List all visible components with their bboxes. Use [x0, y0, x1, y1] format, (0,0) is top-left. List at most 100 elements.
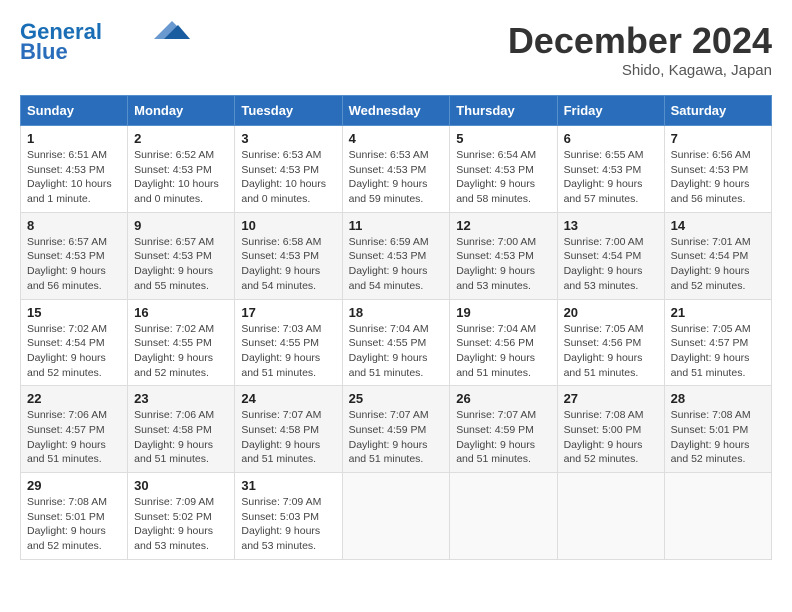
- cell-info: Sunrise: 6:57 AMSunset: 4:53 PMDaylight:…: [134, 236, 214, 292]
- day-number: 8: [27, 218, 121, 233]
- calendar-cell: 26 Sunrise: 7:07 AMSunset: 4:59 PMDaylig…: [450, 386, 557, 473]
- day-number: 21: [671, 305, 765, 320]
- day-number: 14: [671, 218, 765, 233]
- calendar-cell: 18 Sunrise: 7:04 AMSunset: 4:55 PMDaylig…: [342, 299, 450, 386]
- calendar-cell: 7 Sunrise: 6:56 AMSunset: 4:53 PMDayligh…: [664, 126, 771, 213]
- day-number: 17: [241, 305, 335, 320]
- month-title: December 2024: [508, 20, 772, 62]
- cell-info: Sunrise: 6:58 AMSunset: 4:53 PMDaylight:…: [241, 236, 321, 292]
- cell-info: Sunrise: 6:51 AMSunset: 4:53 PMDaylight:…: [27, 149, 112, 205]
- day-number: 28: [671, 391, 765, 406]
- day-number: 30: [134, 478, 228, 493]
- calendar-cell: 31 Sunrise: 7:09 AMSunset: 5:03 PMDaylig…: [235, 473, 342, 560]
- day-number: 19: [456, 305, 550, 320]
- cell-info: Sunrise: 7:03 AMSunset: 4:55 PMDaylight:…: [241, 323, 321, 379]
- day-number: 16: [134, 305, 228, 320]
- calendar-week-4: 22 Sunrise: 7:06 AMSunset: 4:57 PMDaylig…: [21, 386, 772, 473]
- cell-info: Sunrise: 7:09 AMSunset: 5:03 PMDaylight:…: [241, 496, 321, 552]
- calendar-cell: 27 Sunrise: 7:08 AMSunset: 5:00 PMDaylig…: [557, 386, 664, 473]
- day-number: 29: [27, 478, 121, 493]
- calendar-week-1: 1 Sunrise: 6:51 AMSunset: 4:53 PMDayligh…: [21, 126, 772, 213]
- day-number: 10: [241, 218, 335, 233]
- page-header: General Blue December 2024 Shido, Kagawa…: [20, 20, 772, 79]
- cell-info: Sunrise: 7:00 AMSunset: 4:54 PMDaylight:…: [564, 236, 644, 292]
- calendar-cell: 23 Sunrise: 7:06 AMSunset: 4:58 PMDaylig…: [128, 386, 235, 473]
- cell-info: Sunrise: 6:54 AMSunset: 4:53 PMDaylight:…: [456, 149, 536, 205]
- calendar-week-3: 15 Sunrise: 7:02 AMSunset: 4:54 PMDaylig…: [21, 299, 772, 386]
- logo-blue-text: Blue: [20, 40, 68, 64]
- day-number: 6: [564, 131, 658, 146]
- calendar-cell: 30 Sunrise: 7:09 AMSunset: 5:02 PMDaylig…: [128, 473, 235, 560]
- weekday-header-wednesday: Wednesday: [342, 96, 450, 126]
- calendar-cell: [664, 473, 771, 560]
- cell-info: Sunrise: 7:05 AMSunset: 4:56 PMDaylight:…: [564, 323, 644, 379]
- day-number: 7: [671, 131, 765, 146]
- calendar-cell: 15 Sunrise: 7:02 AMSunset: 4:54 PMDaylig…: [21, 299, 128, 386]
- day-number: 27: [564, 391, 658, 406]
- day-number: 9: [134, 218, 228, 233]
- calendar-cell: [557, 473, 664, 560]
- calendar-week-2: 8 Sunrise: 6:57 AMSunset: 4:53 PMDayligh…: [21, 212, 772, 299]
- calendar-cell: 14 Sunrise: 7:01 AMSunset: 4:54 PMDaylig…: [664, 212, 771, 299]
- calendar-cell: 12 Sunrise: 7:00 AMSunset: 4:53 PMDaylig…: [450, 212, 557, 299]
- day-number: 3: [241, 131, 335, 146]
- day-number: 18: [349, 305, 444, 320]
- day-number: 26: [456, 391, 550, 406]
- cell-info: Sunrise: 6:56 AMSunset: 4:53 PMDaylight:…: [671, 149, 751, 205]
- calendar-cell: [342, 473, 450, 560]
- calendar-cell: 8 Sunrise: 6:57 AMSunset: 4:53 PMDayligh…: [21, 212, 128, 299]
- cell-info: Sunrise: 7:02 AMSunset: 4:54 PMDaylight:…: [27, 323, 107, 379]
- calendar-cell: 5 Sunrise: 6:54 AMSunset: 4:53 PMDayligh…: [450, 126, 557, 213]
- calendar-cell: 16 Sunrise: 7:02 AMSunset: 4:55 PMDaylig…: [128, 299, 235, 386]
- calendar-cell: 4 Sunrise: 6:53 AMSunset: 4:53 PMDayligh…: [342, 126, 450, 213]
- calendar-week-5: 29 Sunrise: 7:08 AMSunset: 5:01 PMDaylig…: [21, 473, 772, 560]
- weekday-header-monday: Monday: [128, 96, 235, 126]
- calendar-cell: 1 Sunrise: 6:51 AMSunset: 4:53 PMDayligh…: [21, 126, 128, 213]
- cell-info: Sunrise: 6:53 AMSunset: 4:53 PMDaylight:…: [241, 149, 326, 205]
- cell-info: Sunrise: 7:01 AMSunset: 4:54 PMDaylight:…: [671, 236, 751, 292]
- weekday-header-saturday: Saturday: [664, 96, 771, 126]
- day-number: 4: [349, 131, 444, 146]
- calendar-cell: 22 Sunrise: 7:06 AMSunset: 4:57 PMDaylig…: [21, 386, 128, 473]
- weekday-header-thursday: Thursday: [450, 96, 557, 126]
- cell-info: Sunrise: 7:07 AMSunset: 4:59 PMDaylight:…: [349, 409, 429, 465]
- day-number: 2: [134, 131, 228, 146]
- logo: General Blue: [20, 20, 190, 64]
- calendar-cell: 11 Sunrise: 6:59 AMSunset: 4:53 PMDaylig…: [342, 212, 450, 299]
- day-number: 1: [27, 131, 121, 146]
- title-block: December 2024 Shido, Kagawa, Japan: [508, 20, 772, 79]
- day-number: 22: [27, 391, 121, 406]
- location-subtitle: Shido, Kagawa, Japan: [508, 62, 772, 79]
- calendar-cell: 9 Sunrise: 6:57 AMSunset: 4:53 PMDayligh…: [128, 212, 235, 299]
- day-number: 20: [564, 305, 658, 320]
- cell-info: Sunrise: 7:07 AMSunset: 4:59 PMDaylight:…: [456, 409, 536, 465]
- calendar-cell: 2 Sunrise: 6:52 AMSunset: 4:53 PMDayligh…: [128, 126, 235, 213]
- cell-info: Sunrise: 7:08 AMSunset: 5:01 PMDaylight:…: [27, 496, 107, 552]
- cell-info: Sunrise: 6:55 AMSunset: 4:53 PMDaylight:…: [564, 149, 644, 205]
- calendar-cell: 13 Sunrise: 7:00 AMSunset: 4:54 PMDaylig…: [557, 212, 664, 299]
- calendar-cell: 10 Sunrise: 6:58 AMSunset: 4:53 PMDaylig…: [235, 212, 342, 299]
- cell-info: Sunrise: 7:02 AMSunset: 4:55 PMDaylight:…: [134, 323, 214, 379]
- calendar-cell: 24 Sunrise: 7:07 AMSunset: 4:58 PMDaylig…: [235, 386, 342, 473]
- cell-info: Sunrise: 6:57 AMSunset: 4:53 PMDaylight:…: [27, 236, 107, 292]
- calendar-cell: [450, 473, 557, 560]
- weekday-header-sunday: Sunday: [21, 96, 128, 126]
- day-number: 11: [349, 218, 444, 233]
- cell-info: Sunrise: 7:06 AMSunset: 4:58 PMDaylight:…: [134, 409, 214, 465]
- calendar-table: SundayMondayTuesdayWednesdayThursdayFrid…: [20, 95, 772, 560]
- cell-info: Sunrise: 6:52 AMSunset: 4:53 PMDaylight:…: [134, 149, 219, 205]
- cell-info: Sunrise: 7:09 AMSunset: 5:02 PMDaylight:…: [134, 496, 214, 552]
- weekday-header-friday: Friday: [557, 96, 664, 126]
- cell-info: Sunrise: 7:04 AMSunset: 4:56 PMDaylight:…: [456, 323, 536, 379]
- calendar-cell: 19 Sunrise: 7:04 AMSunset: 4:56 PMDaylig…: [450, 299, 557, 386]
- cell-info: Sunrise: 7:08 AMSunset: 5:01 PMDaylight:…: [671, 409, 751, 465]
- day-number: 15: [27, 305, 121, 320]
- cell-info: Sunrise: 7:04 AMSunset: 4:55 PMDaylight:…: [349, 323, 429, 379]
- day-number: 31: [241, 478, 335, 493]
- weekday-header-tuesday: Tuesday: [235, 96, 342, 126]
- day-number: 24: [241, 391, 335, 406]
- day-number: 23: [134, 391, 228, 406]
- day-number: 13: [564, 218, 658, 233]
- cell-info: Sunrise: 7:08 AMSunset: 5:00 PMDaylight:…: [564, 409, 644, 465]
- day-number: 5: [456, 131, 550, 146]
